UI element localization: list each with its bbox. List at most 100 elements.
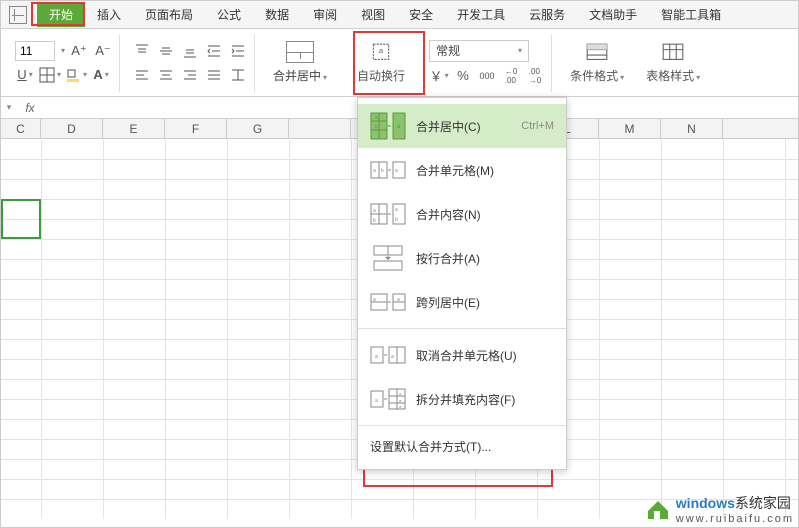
app-menu-icon[interactable] xyxy=(9,6,27,24)
menu-security[interactable]: 安全 xyxy=(397,2,445,27)
increase-font-button[interactable]: A⁺ xyxy=(69,41,89,61)
indent-decrease-button[interactable] xyxy=(204,41,224,61)
svg-text:a: a xyxy=(397,297,400,303)
merge-center-label: 合并居中 xyxy=(273,69,321,83)
indent-increase-button[interactable] xyxy=(228,41,248,61)
menu-review[interactable]: 审阅 xyxy=(301,2,349,27)
col-header[interactable] xyxy=(289,119,351,138)
merge-rows-icon xyxy=(370,244,406,272)
table-style-button[interactable]: 表格样式▾ xyxy=(640,39,706,86)
fill-color-button[interactable]: ▾ xyxy=(65,65,87,85)
number-group: 常规 ▾ ￥▾ % 000 ←0 .00 .00 →0 xyxy=(423,34,552,92)
merge-center-button[interactable]: 合并居中▾ xyxy=(267,39,333,86)
col-header[interactable]: E xyxy=(103,119,165,138)
dd-unmerge[interactable]: aa 取消合并单元格(U) xyxy=(358,333,566,377)
dd-label: 跨列居中(E) xyxy=(416,294,480,311)
chevron-down-icon[interactable]: ▾ xyxy=(61,46,65,55)
col-header[interactable]: D xyxy=(41,119,103,138)
svg-text:b: b xyxy=(373,218,376,224)
svg-text:a: a xyxy=(395,168,398,174)
menu-bar: 开始 插入 页面布局 公式 数据 审阅 视图 安全 开发工具 云服务 文档助手 … xyxy=(1,1,798,29)
selected-cell[interactable] xyxy=(1,199,41,239)
align-middle-button[interactable] xyxy=(156,41,176,61)
watermark-suffix: 系统家园 xyxy=(735,495,791,511)
split-fill-icon: aaaa xyxy=(370,385,406,413)
align-top-button[interactable] xyxy=(132,41,152,61)
menu-separator xyxy=(358,328,566,329)
col-header[interactable]: G xyxy=(227,119,289,138)
menu-formula[interactable]: 公式 xyxy=(205,2,253,27)
unmerge-icon: aa xyxy=(370,341,406,369)
dd-default-merge[interactable]: 设置默认合并方式(T)... xyxy=(358,430,566,463)
percent-button[interactable]: % xyxy=(453,66,473,86)
svg-text:b: b xyxy=(381,168,384,174)
dd-merge-cells[interactable]: aba 合并单元格(M) xyxy=(358,148,566,192)
menu-devtools[interactable]: 开发工具 xyxy=(445,2,517,27)
merge-group: 合并居中▾ xyxy=(261,34,339,92)
col-header[interactable]: N xyxy=(661,119,723,138)
watermark-sub: www.ruibaifu.com xyxy=(676,513,794,525)
menu-view[interactable]: 视图 xyxy=(349,2,397,27)
table-style-label: 表格样式 xyxy=(646,69,694,83)
menu-pagelayout[interactable]: 页面布局 xyxy=(133,2,205,27)
namebox-dropdown[interactable]: ▾ xyxy=(1,102,17,113)
align-left-button[interactable] xyxy=(132,65,152,85)
justify-button[interactable] xyxy=(204,65,224,85)
dd-label: 合并单元格(M) xyxy=(416,162,494,179)
svg-text:a: a xyxy=(375,354,378,360)
svg-text:a: a xyxy=(399,404,402,409)
increase-decimal-button[interactable]: .00 →0 xyxy=(525,66,545,86)
conditional-format-button[interactable]: 条件格式▾ xyxy=(564,39,630,86)
merge-content-icon: abab xyxy=(370,200,406,228)
chevron-down-icon: ▾ xyxy=(323,73,327,82)
col-header[interactable]: F xyxy=(165,119,227,138)
merge-dropdown-menu: aba 合并居中(C) Ctrl+M aba 合并单元格(M) abab 合并内… xyxy=(357,97,567,470)
decrease-decimal-button[interactable]: ←0 .00 xyxy=(501,66,521,86)
dd-merge-content[interactable]: abab 合并内容(N) xyxy=(358,192,566,236)
dd-shortcut: Ctrl+M xyxy=(521,120,554,132)
menu-data[interactable]: 数据 xyxy=(253,2,301,27)
chevron-down-icon: ▾ xyxy=(518,46,522,55)
align-right-button[interactable] xyxy=(180,65,200,85)
menu-dochelper[interactable]: 文档助手 xyxy=(577,2,649,27)
comma-style-button[interactable]: 000 xyxy=(477,66,497,86)
orientation-button[interactable] xyxy=(228,65,248,85)
dd-merge-center[interactable]: aba 合并居中(C) Ctrl+M xyxy=(358,104,566,148)
col-header[interactable]: M xyxy=(599,119,661,138)
svg-text:a: a xyxy=(375,398,378,404)
fx-icon[interactable]: fx xyxy=(17,101,43,115)
svg-text:a: a xyxy=(399,391,402,396)
align-center-button[interactable] xyxy=(156,65,176,85)
number-format-select[interactable]: 常规 ▾ xyxy=(429,40,529,62)
center-across-icon: aa xyxy=(370,288,406,316)
merge-center-icon xyxy=(286,41,314,63)
number-format-label: 常规 xyxy=(436,42,460,59)
dd-merge-rows[interactable]: 按行合并(A) xyxy=(358,236,566,280)
currency-button[interactable]: ￥▾ xyxy=(429,66,449,86)
align-bottom-button[interactable] xyxy=(180,41,200,61)
dd-label: 合并内容(N) xyxy=(416,206,481,223)
highlight-merge-button xyxy=(353,31,425,95)
dd-label: 拆分并填充内容(F) xyxy=(416,391,515,408)
border-button[interactable]: ▾ xyxy=(39,65,61,85)
dd-label: 合并居中(C) xyxy=(416,118,481,135)
watermark: windows系统家园 www.ruibaifu.com xyxy=(644,493,794,525)
font-color-button[interactable]: A ▾ xyxy=(91,65,111,85)
dd-split-fill[interactable]: aaaa 拆分并填充内容(F) xyxy=(358,377,566,421)
menu-separator xyxy=(358,425,566,426)
menu-cloud[interactable]: 云服务 xyxy=(517,2,577,27)
align-group xyxy=(126,34,255,92)
dd-center-across[interactable]: aa 跨列居中(E) xyxy=(358,280,566,324)
font-group: ▾ A⁺ A⁻ U▾ ▾ ▾ A ▾ xyxy=(9,34,120,92)
decrease-font-button[interactable]: A⁻ xyxy=(93,41,113,61)
menu-smarttools[interactable]: 智能工具箱 xyxy=(649,2,733,27)
merge-center-icon: aba xyxy=(370,112,406,140)
house-icon xyxy=(644,497,672,521)
underline-button[interactable]: U▾ xyxy=(15,65,35,85)
col-header[interactable]: C xyxy=(1,119,41,138)
font-size-input[interactable] xyxy=(15,41,55,61)
menu-insert[interactable]: 插入 xyxy=(85,2,133,27)
svg-text:a: a xyxy=(391,354,394,360)
svg-text:b: b xyxy=(395,217,398,223)
svg-text:a: a xyxy=(373,168,376,174)
